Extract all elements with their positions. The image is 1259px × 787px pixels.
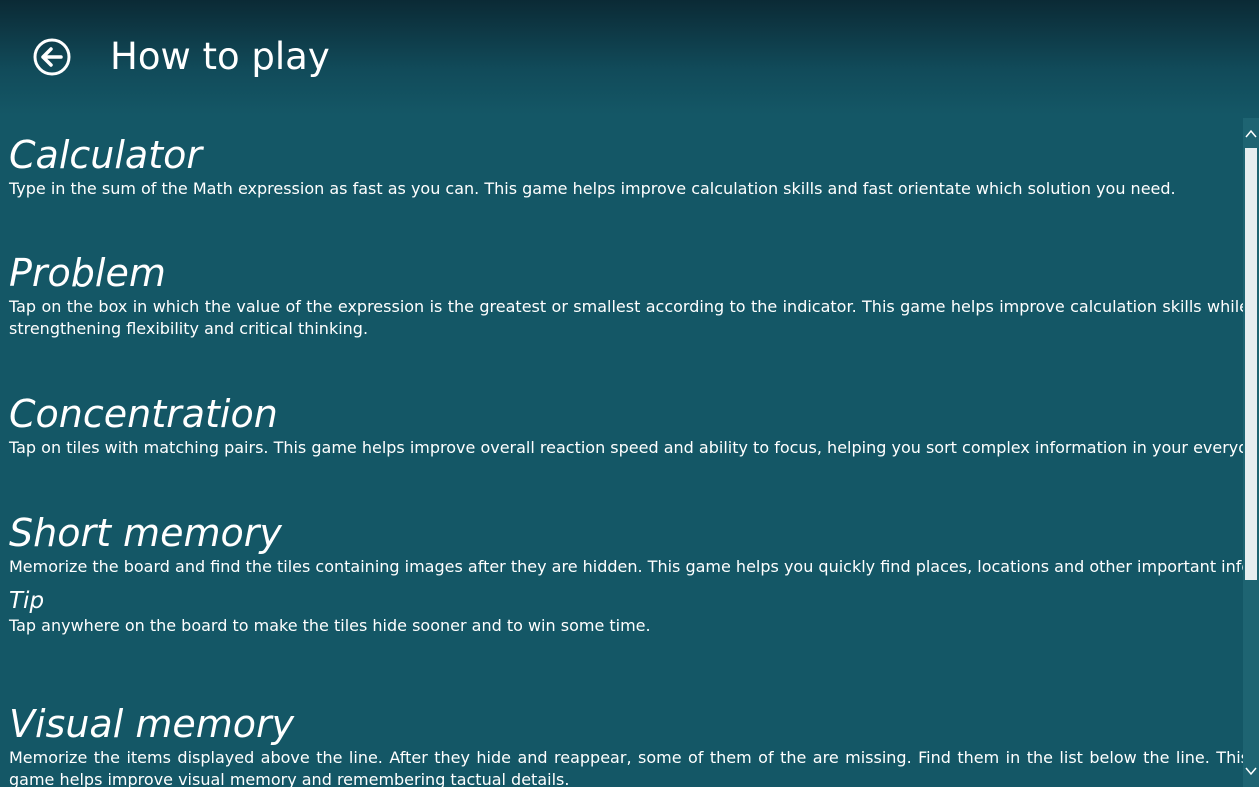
section-title: Visual memory [9, 702, 295, 746]
section-title: Problem [9, 251, 166, 295]
scrollbar-thumb[interactable] [1245, 148, 1257, 580]
section-text: Type in the sum of the Math expression a… [9, 179, 1176, 198]
section-problem: Problem Tap on the box in which the valu… [9, 250, 1243, 340]
chevron-down-icon [1245, 767, 1257, 776]
section-short-memory: Short memory Memorize the board and find… [9, 510, 1243, 637]
chevron-up-icon [1245, 129, 1257, 138]
section-visual-memory: Visual memory Memorize the items display… [9, 701, 1243, 787]
section-text: Memorize the items displayed above the l… [9, 748, 1243, 787]
section-title: Concentration [9, 392, 278, 436]
scroll-up-button[interactable] [1243, 118, 1259, 148]
back-button[interactable] [33, 38, 71, 76]
tip-text: Tap anywhere on the board to make the ti… [9, 616, 651, 635]
tip-title: Tip [9, 588, 45, 614]
back-arrow-circle-icon [33, 38, 71, 76]
section-text: Tap on the box in which the value of the… [9, 297, 1243, 338]
section-calculator: Calculator Type in the sum of the Math e… [9, 132, 1243, 200]
scroll-down-button[interactable] [1243, 757, 1259, 787]
section-text: Tap on tiles with matching pairs. This g… [9, 438, 1243, 457]
vertical-scrollbar[interactable] [1243, 118, 1259, 787]
section-title: Calculator [9, 133, 202, 177]
section-text: Memorize the board and find the tiles co… [9, 557, 1243, 576]
page-title: How to play [110, 35, 330, 78]
app-window: How to play Calculator Type in the sum o… [0, 0, 1259, 787]
page-header: How to play [0, 0, 1259, 115]
section-concentration: Concentration Tap on tiles with matching… [9, 391, 1243, 459]
section-title: Short memory [9, 511, 282, 555]
content-scroll-area[interactable]: Calculator Type in the sum of the Math e… [0, 118, 1243, 787]
